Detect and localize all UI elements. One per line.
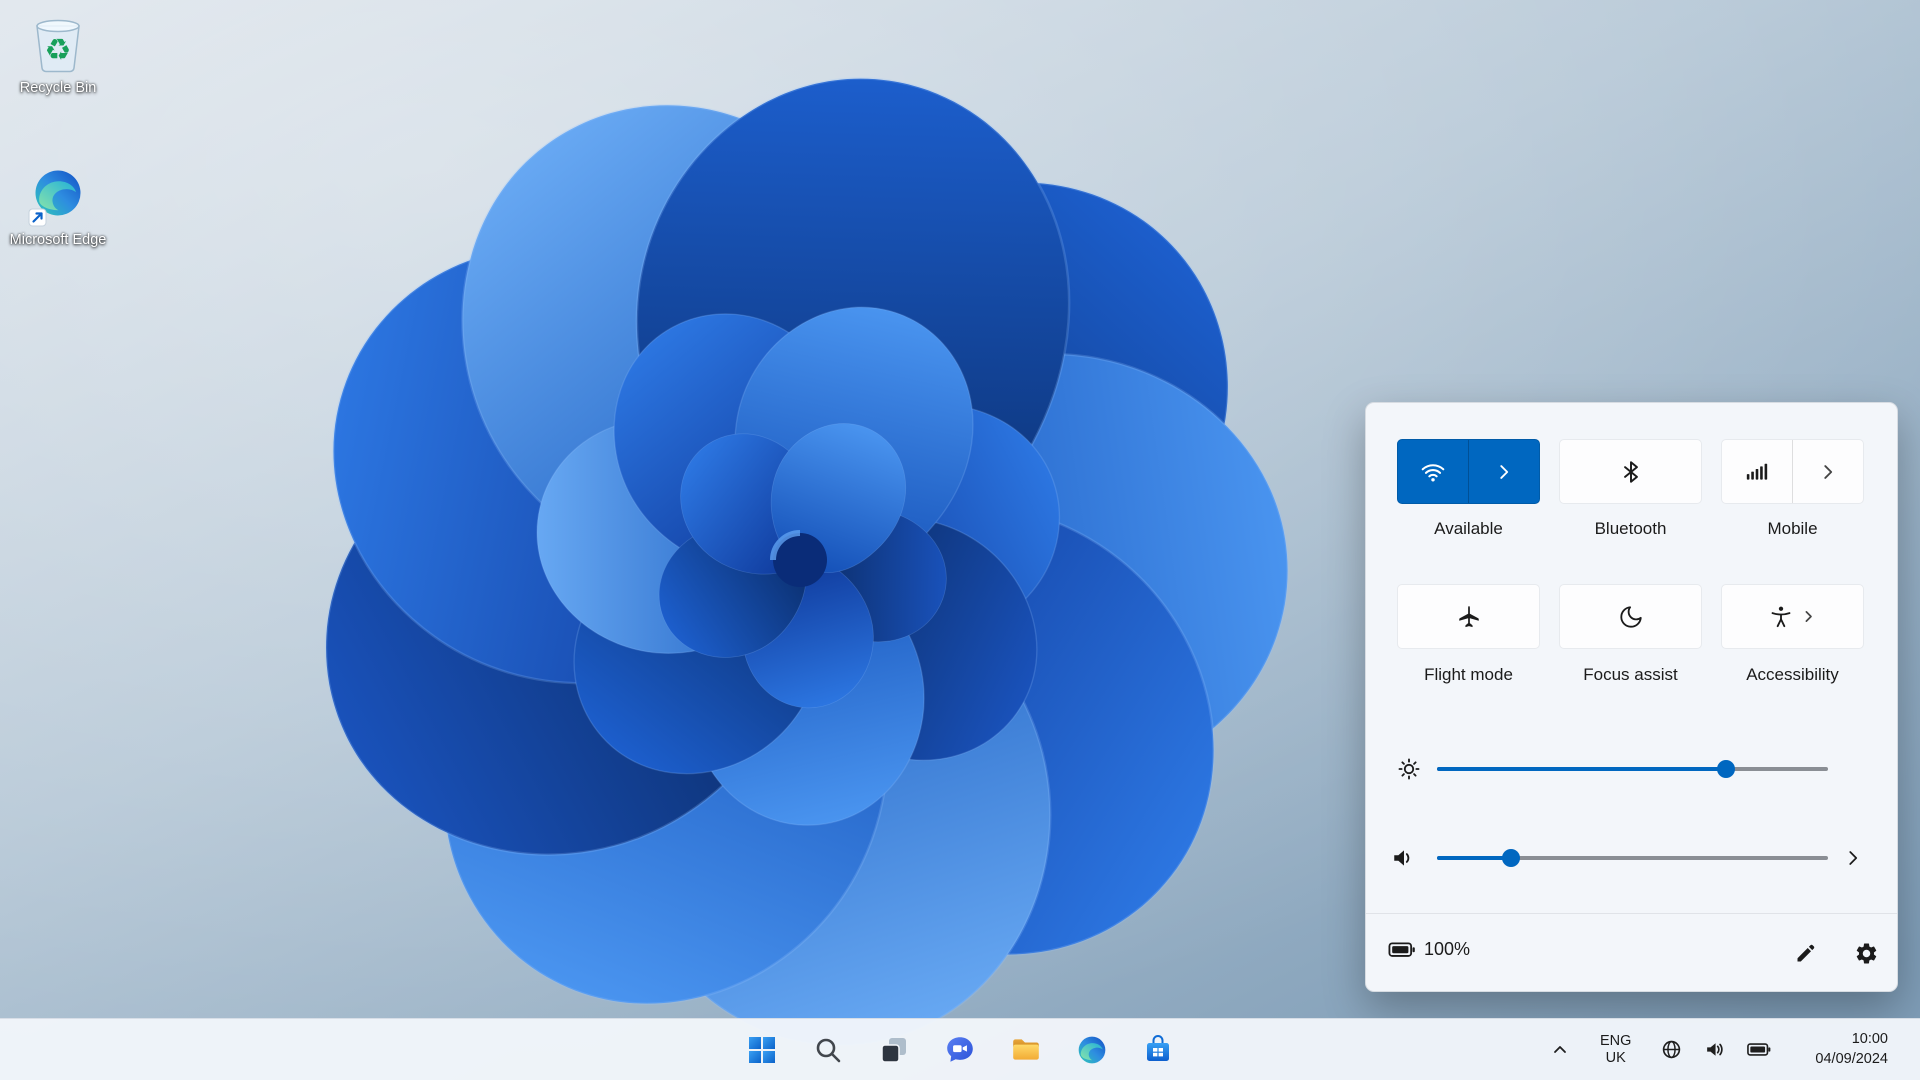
battery-icon (1388, 942, 1416, 958)
volume-slider[interactable] (1437, 848, 1828, 868)
accessibility-person-icon (1768, 604, 1794, 630)
quick-tile-focus-assist[interactable] (1559, 584, 1702, 649)
battery-percentage: 100% (1424, 939, 1470, 960)
taskbar-task-view-button[interactable] (872, 1028, 916, 1072)
store-bag-icon (1143, 1035, 1173, 1065)
speaker-icon[interactable] (1391, 845, 1417, 871)
tray-volume-button[interactable] (1700, 1035, 1729, 1064)
tile-label-bluetooth: Bluetooth (1559, 519, 1702, 539)
chevron-up-icon (1552, 1042, 1568, 1058)
tile-label-flight-mode: Flight mode (1397, 665, 1540, 685)
chevron-right-icon (1800, 608, 1817, 625)
mobile-expand-button[interactable] (1793, 440, 1863, 503)
tray-network-button[interactable] (1657, 1035, 1686, 1064)
quick-tile-wifi[interactable] (1397, 439, 1540, 504)
mobile-toggle[interactable] (1722, 440, 1792, 503)
brightness-sun-icon (1396, 756, 1422, 782)
taskbar-start-button[interactable] (740, 1028, 784, 1072)
brightness-slider[interactable] (1437, 759, 1828, 779)
airplane-icon (1456, 604, 1482, 630)
wifi-icon (1420, 459, 1446, 485)
edge-logo-icon (1076, 1034, 1108, 1066)
slider-fill (1437, 856, 1511, 860)
desktop-icon-label: Recycle Bin (20, 79, 97, 98)
tile-label-mobile: Mobile (1721, 519, 1864, 539)
taskbar: ENG UK (0, 1018, 1920, 1080)
tray-language-button[interactable]: ENG UK (1596, 1029, 1635, 1070)
speaker-icon (1704, 1039, 1725, 1060)
language-region: UK (1600, 1050, 1631, 1067)
quick-settings-panel: Available Bluetooth Mobile (1365, 402, 1898, 992)
tray-show-hidden-icons-button[interactable] (1548, 1038, 1572, 1062)
volume-output-expand-button[interactable] (1838, 843, 1868, 873)
quick-tile-mobile[interactable] (1721, 439, 1864, 504)
search-icon (813, 1035, 843, 1065)
taskbar-search-button[interactable] (806, 1028, 850, 1072)
moon-icon (1618, 604, 1644, 630)
panel-separator (1366, 913, 1897, 914)
gear-icon (1854, 941, 1879, 966)
tile-label-wifi: Available (1397, 519, 1540, 539)
tray-clock-button[interactable]: 10:00 04/09/2024 (1811, 1026, 1892, 1073)
language-code: ENG (1600, 1033, 1631, 1050)
windows-logo-icon (747, 1035, 777, 1065)
clock-date: 04/09/2024 (1815, 1050, 1888, 1070)
desktop-icon-recycle-bin[interactable]: ♻ Recycle Bin (4, 12, 112, 98)
tile-label-focus-assist: Focus assist (1559, 665, 1702, 685)
chevron-right-icon (1842, 847, 1864, 869)
recycle-bin-icon: ♻ (27, 12, 89, 76)
svg-text:♻: ♻ (45, 33, 72, 68)
network-globe-icon (1661, 1039, 1682, 1060)
wifi-expand-button[interactable] (1469, 440, 1539, 503)
edge-logo-icon (28, 166, 88, 228)
taskbar-chat-button[interactable] (938, 1028, 982, 1072)
quick-tile-accessibility[interactable] (1721, 584, 1864, 649)
battery-icon (1747, 1043, 1771, 1056)
quick-tile-bluetooth[interactable] (1559, 439, 1702, 504)
bluetooth-icon (1618, 459, 1644, 485)
tile-label-accessibility: Accessibility (1721, 665, 1864, 685)
desktop-icon-microsoft-edge[interactable]: Microsoft Edge (4, 166, 112, 250)
settings-button[interactable] (1850, 937, 1883, 970)
brightness-slider-thumb[interactable] (1717, 760, 1735, 778)
windows-desktop: ♻ Recycle Bin Microsoft Edge (0, 0, 1920, 1080)
quick-tile-flight-mode[interactable] (1397, 584, 1540, 649)
taskbar-file-explorer-button[interactable] (1004, 1028, 1048, 1072)
wifi-toggle[interactable] (1398, 440, 1468, 503)
tray-battery-button[interactable] (1743, 1039, 1775, 1060)
taskbar-store-button[interactable] (1136, 1028, 1180, 1072)
taskbar-center-icons (740, 1019, 1180, 1080)
taskbar-tray: ENG UK (1548, 1019, 1920, 1080)
chevron-right-icon (1817, 461, 1839, 483)
battery-status[interactable]: 100% (1388, 939, 1470, 960)
taskbar-edge-button[interactable] (1070, 1028, 1114, 1072)
folder-icon (1010, 1034, 1042, 1066)
chat-bubble-icon (944, 1034, 976, 1066)
pen-icon (1794, 941, 1818, 965)
clock-time: 10:00 (1815, 1030, 1888, 1050)
task-view-icon (879, 1035, 909, 1065)
cellular-signal-icon (1744, 459, 1770, 485)
chevron-right-icon (1493, 461, 1515, 483)
volume-slider-thumb[interactable] (1502, 849, 1520, 867)
desktop-icon-label: Microsoft Edge (10, 231, 107, 250)
edit-quick-settings-button[interactable] (1790, 937, 1822, 969)
slider-fill (1437, 767, 1726, 771)
